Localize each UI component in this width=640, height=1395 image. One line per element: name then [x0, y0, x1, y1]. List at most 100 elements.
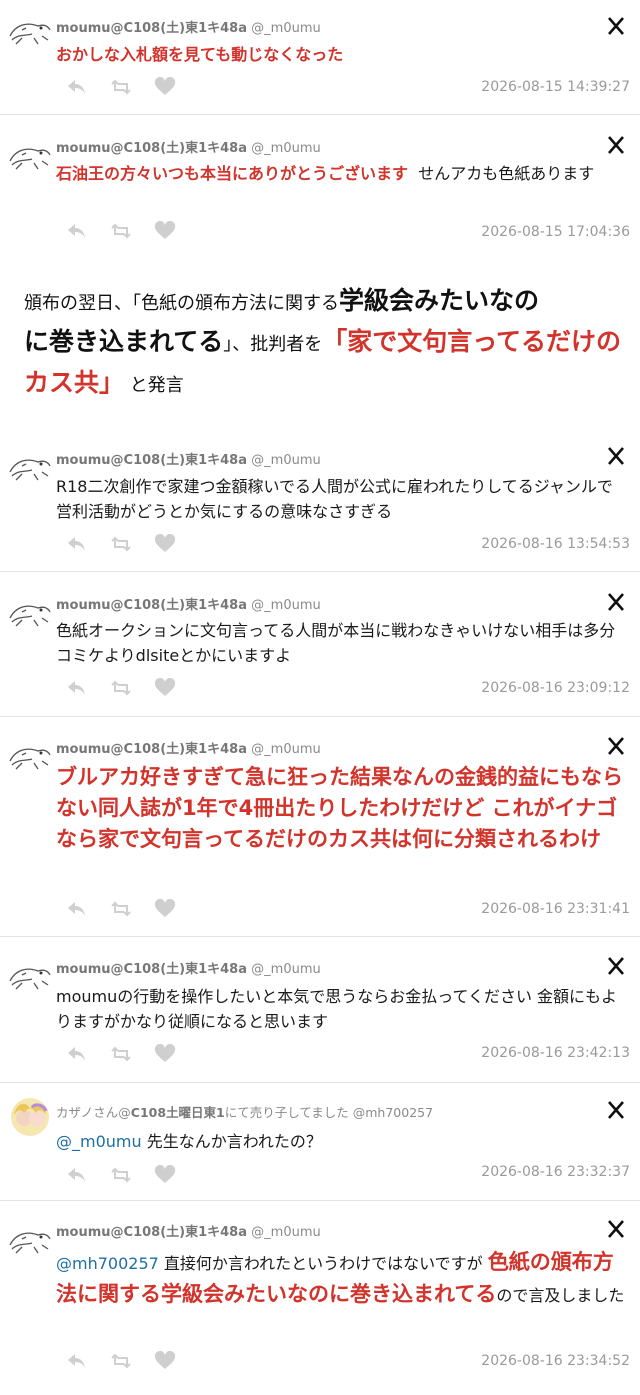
author-name: moumu@C108(土)東1キ48a — [56, 962, 248, 977]
post-text: 色紙オークションに文句言ってる人間が本当に戦わなきゃいけない相手は多分コミケより… — [56, 621, 616, 665]
avatar[interactable] — [8, 739, 52, 773]
retweet-icon[interactable] — [110, 77, 132, 97]
like-icon[interactable] — [154, 533, 176, 554]
like-icon[interactable] — [154, 76, 176, 97]
post-text: せんアカも色紙あります — [418, 164, 595, 183]
post-body: @mh700257 直接何か言われたというわけではないですが 色紙の頒布方法に関… — [56, 1247, 628, 1311]
x-logo-icon[interactable] — [606, 446, 626, 466]
post-timestamp: 2026-08-15 14:39:27 — [481, 79, 630, 95]
x-logo-icon[interactable] — [606, 736, 626, 756]
like-icon[interactable] — [154, 1350, 176, 1371]
post-highlight: 石油王の方々いつも本当にありがとうございます — [56, 164, 409, 183]
post-card: moumu@C108(土)東1キ48a @_m0umu 色紙オークションに文句言… — [0, 572, 640, 717]
post-card: カザノさん@C108土曜日東1にて売り子してました @mh700257 @_m0… — [0, 1083, 640, 1201]
avatar[interactable] — [8, 596, 52, 630]
post-card: moumu@C108(土)東1キ48a @_m0umu 石油王の方々いつも本当に… — [0, 115, 640, 262]
avatar[interactable] — [10, 1097, 50, 1137]
author-name: moumu@C108(土)東1キ48a — [56, 742, 248, 757]
author-handle: @mh700257 — [352, 1105, 434, 1120]
retweet-icon[interactable] — [110, 1165, 132, 1185]
post-card: moumu@C108(土)東1キ48a @_m0umu moumuの行動を操作し… — [0, 937, 640, 1083]
reply-icon[interactable] — [66, 77, 88, 97]
post-text: 直接何か言われたというわけではないですが — [163, 1254, 483, 1273]
author-name: moumu@C108(土)東1キ48a — [56, 453, 248, 468]
post-body: 色紙オークションに文句言ってる人間が本当に戦わなきゃいけない相手は多分コミケより… — [56, 618, 624, 668]
post-timestamp: 2026-08-15 17:04:36 — [481, 224, 630, 240]
post-highlight: ブルアカ好きすぎて急に狂った結果なんの金銭的益にもならない同人誌が1年で4冊出た… — [56, 765, 623, 851]
reply-icon[interactable] — [66, 899, 88, 919]
post-timestamp: 2026-08-16 23:34:52 — [481, 1353, 630, 1369]
post-highlight: おかしな入札額を見ても動じなくなった — [56, 45, 344, 64]
retweet-icon[interactable] — [110, 534, 132, 554]
post-actions — [66, 677, 186, 698]
avatar[interactable] — [8, 959, 52, 993]
reply-icon[interactable] — [66, 1165, 88, 1185]
author-handle: @_m0umu — [251, 141, 321, 156]
post-author[interactable]: moumu@C108(土)東1キ48a @_m0umu — [56, 958, 321, 977]
x-logo-icon[interactable] — [606, 1100, 626, 1120]
mention-link[interactable]: @mh700257 — [56, 1254, 159, 1273]
avatar[interactable] — [8, 14, 52, 48]
post-author[interactable]: moumu@C108(土)東1キ48a @_m0umu — [56, 137, 321, 156]
retweet-icon[interactable] — [110, 899, 132, 919]
author-handle: @_m0umu — [251, 742, 321, 757]
post-actions — [66, 1350, 186, 1371]
reply-icon[interactable] — [66, 221, 88, 241]
caption-text: 頒布の翌日、「色紙の頒布方法に関する — [24, 293, 339, 314]
avatar[interactable] — [8, 450, 52, 484]
avatar[interactable] — [8, 139, 52, 173]
post-highlight-end: る — [475, 1282, 497, 1306]
post-timestamp: 2026-08-16 23:09:12 — [481, 680, 630, 696]
post-author[interactable]: moumu@C108(土)東1キ48a @_m0umu — [56, 594, 321, 613]
author-name-prefix: カザノさん@ — [56, 1105, 131, 1120]
x-logo-icon[interactable] — [606, 135, 626, 155]
post-author[interactable]: moumu@C108(土)東1キ48a @_m0umu — [56, 738, 321, 757]
post-actions — [66, 220, 186, 241]
author-name: moumu@C108(土)東1キ48a — [56, 598, 248, 613]
avatar[interactable] — [8, 1223, 52, 1257]
caption-emphasis: に巻き込まれてる — [24, 327, 224, 356]
post-body: moumuの行動を操作したいと本気で思うならお金払ってください 金額にもよります… — [56, 984, 624, 1034]
post-card: moumu@C108(土)東1キ48a @_m0umu ブルアカ好きすぎて急に狂… — [0, 717, 640, 937]
x-logo-icon[interactable] — [606, 1219, 626, 1239]
reply-icon[interactable] — [66, 1351, 88, 1371]
author-name: moumu@C108(土)東1キ48a — [56, 21, 248, 36]
x-logo-icon[interactable] — [606, 16, 626, 36]
post-actions — [66, 1164, 186, 1185]
post-card: moumu@C108(土)東1キ48a @_m0umu @mh700257 直接… — [0, 1201, 640, 1395]
like-icon[interactable] — [154, 677, 176, 698]
post-timestamp: 2026-08-16 23:32:37 — [481, 1164, 630, 1180]
post-body: R18二次創作で家建つ金額稼いでる人間が公式に雇われたりしてるジャンルで営利活動… — [56, 474, 624, 524]
post-actions — [66, 1043, 186, 1064]
retweet-icon[interactable] — [110, 221, 132, 241]
like-icon[interactable] — [154, 220, 176, 241]
author-name-event: C108土曜日東1 — [130, 1105, 225, 1120]
reply-icon[interactable] — [66, 1044, 88, 1064]
x-logo-icon[interactable] — [606, 956, 626, 976]
author-handle: @_m0umu — [251, 21, 321, 36]
post-text: 先生なんか言われたの？ — [146, 1132, 322, 1151]
post-timestamp: 2026-08-16 23:42:13 — [481, 1045, 630, 1061]
x-logo-icon[interactable] — [606, 592, 626, 612]
post-card: moumu@C108(土)東1キ48a @_m0umu おかしな入札額を見ても動… — [0, 0, 640, 115]
post-author[interactable]: カザノさん@C108土曜日東1にて売り子してました @mh700257 — [56, 1102, 433, 1121]
post-author[interactable]: moumu@C108(土)東1キ48a @_m0umu — [56, 449, 321, 468]
retweet-icon[interactable] — [110, 1044, 132, 1064]
post-author[interactable]: moumu@C108(土)東1キ48a @_m0umu — [56, 1221, 321, 1240]
like-icon[interactable] — [154, 1043, 176, 1064]
reply-icon[interactable] — [66, 678, 88, 698]
retweet-icon[interactable] — [110, 678, 132, 698]
reply-icon[interactable] — [66, 534, 88, 554]
post-body: おかしな入札額を見ても動じなくなった — [56, 42, 624, 67]
commentary-caption: 頒布の翌日、「色紙の頒布方法に関する学級会みたいなの に巻き込まれてる」、批判者… — [24, 282, 624, 405]
post-actions — [66, 533, 186, 554]
author-name: moumu@C108(土)東1キ48a — [56, 1225, 248, 1240]
retweet-icon[interactable] — [110, 1351, 132, 1371]
post-timestamp: 2026-08-16 13:54:53 — [481, 536, 630, 552]
post-actions — [66, 898, 186, 919]
post-card: moumu@C108(土)東1キ48a @_m0umu R18二次創作で家建つ金… — [0, 432, 640, 572]
like-icon[interactable] — [154, 1164, 176, 1185]
post-author[interactable]: moumu@C108(土)東1キ48a @_m0umu — [56, 17, 321, 36]
mention-link[interactable]: @_m0umu — [56, 1132, 142, 1151]
like-icon[interactable] — [154, 898, 176, 919]
